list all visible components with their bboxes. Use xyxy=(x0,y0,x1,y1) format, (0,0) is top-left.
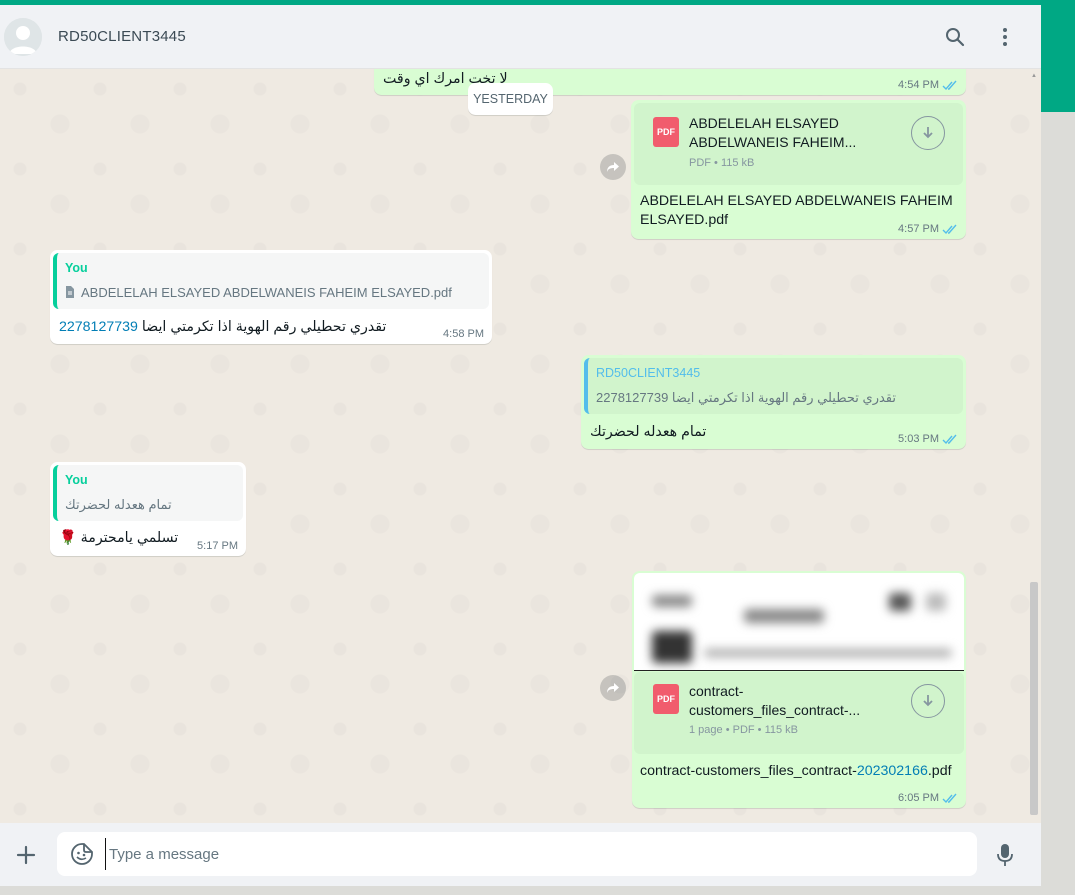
message-meta: 5:17 PM xyxy=(197,540,238,552)
message-bubble-outgoing[interactable]: لا تخت امرك اي وقت 4:54 PM xyxy=(374,69,966,95)
message-meta: 6:05 PM xyxy=(898,792,958,804)
message-meta: 4:58 PM xyxy=(443,328,484,340)
forward-button[interactable] xyxy=(600,675,626,701)
quoted-message[interactable]: RD50CLIENT3445 تقدري تحطيلي رقم الهوية ا… xyxy=(584,358,963,414)
attach-button[interactable] xyxy=(12,841,40,869)
quoted-message[interactable]: You ABDELELAH ELSAYED ABDELWANEIS FAHEIM… xyxy=(53,253,489,309)
document-caption: contract-customers_files_contract-202302… xyxy=(640,763,952,779)
quote-author: You xyxy=(65,473,88,487)
document-meta: 1 page • PDF • 115 kB xyxy=(689,724,799,736)
message-time: 6:05 PM xyxy=(898,792,939,804)
message-meta: 4:54 PM xyxy=(898,79,958,91)
download-button[interactable] xyxy=(911,684,945,718)
message-input[interactable] xyxy=(105,838,955,870)
document-preview-thumbnail[interactable] xyxy=(634,573,964,671)
read-ticks-icon xyxy=(942,793,957,803)
menu-button[interactable] xyxy=(990,22,1020,52)
kebab-menu-icon xyxy=(1003,28,1007,46)
phone-number-link[interactable]: 2278127739 xyxy=(59,319,138,335)
chat-header: RD50CLIENT3445 xyxy=(0,5,1041,69)
message-time: 4:58 PM xyxy=(443,328,484,340)
document-icon xyxy=(66,286,74,298)
message-bubble-outgoing[interactable]: RD50CLIENT3445 تقدري تحطيلي رقم الهوية ا… xyxy=(581,355,966,449)
forward-button[interactable] xyxy=(600,154,626,180)
side-accent-block xyxy=(1041,5,1075,112)
message-time: 5:03 PM xyxy=(898,433,939,445)
chat-window: RD50CLIENT3445 لا تخت امرك اي وقت 4:54 P… xyxy=(0,5,1041,886)
read-ticks-icon xyxy=(942,434,957,444)
document-meta: PDF • 115 kB xyxy=(689,157,755,169)
message-composer xyxy=(0,823,1041,886)
read-ticks-icon xyxy=(942,224,957,234)
message-bubble-outgoing-document[interactable]: PDF ABDELELAH ELSAYED ABDELWANEIS FAHEIM… xyxy=(631,100,966,239)
message-bubble-outgoing-document[interactable]: PDF contract- customers_files_contract-.… xyxy=(632,571,966,808)
document-card[interactable]: PDF contract- customers_files_contract-.… xyxy=(634,672,964,754)
scrollbar-thumb[interactable] xyxy=(1030,582,1038,815)
download-button[interactable] xyxy=(911,116,945,150)
message-bubble-incoming[interactable]: You تمام هعدله لحضرتك تسلمي يامحترمة 🌹 5… xyxy=(50,462,246,556)
forward-icon xyxy=(607,683,619,693)
message-text: تسلمي يامحترمة 🌹 xyxy=(59,530,179,546)
pdf-file-icon: PDF xyxy=(653,684,679,714)
forward-icon xyxy=(607,162,619,172)
window-side-background xyxy=(1041,5,1075,895)
quote-text: ABDELELAH ELSAYED ABDELWANEIS FAHEIM ELS… xyxy=(81,285,452,300)
document-title-line1: contract- xyxy=(689,683,744,699)
quote-author: RD50CLIENT3445 xyxy=(596,366,701,380)
voice-message-button[interactable] xyxy=(992,841,1018,869)
read-ticks-icon xyxy=(942,80,957,90)
preview-blur xyxy=(889,593,911,611)
document-caption-line1: ABDELELAH ELSAYED ABDELWANEIS FAHEIM xyxy=(640,193,953,209)
message-text: تمام هعدله لحضرتك xyxy=(590,424,707,440)
contact-name[interactable]: RD50CLIENT3445 xyxy=(58,28,186,45)
caption-suffix: .pdf xyxy=(927,763,952,779)
download-arrow-icon xyxy=(923,695,933,707)
scrollbar-up-arrow[interactable]: ▲ xyxy=(1031,73,1037,79)
date-divider: YESTERDAY xyxy=(468,83,553,115)
quote-author: You xyxy=(65,261,88,275)
quote-text: تمام هعدله لحضرتك xyxy=(65,497,172,512)
caption-prefix: contract-customers_files_contract- xyxy=(640,763,857,779)
message-input-box xyxy=(57,832,977,876)
default-avatar-icon xyxy=(4,18,42,56)
sticker-button[interactable] xyxy=(69,841,95,867)
message-time: 4:54 PM xyxy=(898,79,939,91)
document-card[interactable]: PDF ABDELELAH ELSAYED ABDELWANEIS FAHEIM… xyxy=(634,103,963,185)
preview-blur xyxy=(744,609,824,623)
message-text-row: 2278127739 تقدري تحطيلي رقم الهوية اذا ت… xyxy=(59,319,386,335)
microphone-icon xyxy=(997,844,1013,866)
message-time: 5:17 PM xyxy=(197,540,238,552)
document-title-line2: customers_files_contract-... xyxy=(689,702,861,718)
document-title-line1: ABDELELAH ELSAYED xyxy=(689,115,839,131)
preview-blur xyxy=(704,649,952,657)
preview-blur xyxy=(652,631,692,663)
caption-number-link[interactable]: 202302166 xyxy=(857,763,928,779)
plus-icon xyxy=(16,845,36,865)
preview-blur xyxy=(652,595,692,607)
pdf-file-icon: PDF xyxy=(653,117,679,147)
quoted-message[interactable]: You تمام هعدله لحضرتك xyxy=(53,465,243,521)
message-time: 4:57 PM xyxy=(898,223,939,235)
document-caption-line2: ELSAYED.pdf xyxy=(640,212,729,228)
avatar[interactable] xyxy=(4,18,42,56)
sticker-icon xyxy=(71,843,93,865)
message-list[interactable]: لا تخت امرك اي وقت 4:54 PM YESTERDAY PDF… xyxy=(0,69,1041,823)
search-button[interactable] xyxy=(940,22,970,52)
message-bubble-incoming[interactable]: You ABDELELAH ELSAYED ABDELWANEIS FAHEIM… xyxy=(50,250,492,344)
search-icon xyxy=(946,28,965,47)
quote-text: تقدري تحطيلي رقم الهوية اذا تكرمتي ايضا … xyxy=(596,390,896,405)
message-text: تقدري تحطيلي رقم الهوية اذا تكرمتي ايضا xyxy=(141,319,387,335)
message-meta: 4:57 PM xyxy=(898,223,958,235)
preview-blur xyxy=(926,593,946,611)
document-title-line2: ABDELWANEIS FAHEIM... xyxy=(689,134,857,150)
download-arrow-icon xyxy=(923,127,933,139)
message-meta: 5:03 PM xyxy=(898,433,958,445)
